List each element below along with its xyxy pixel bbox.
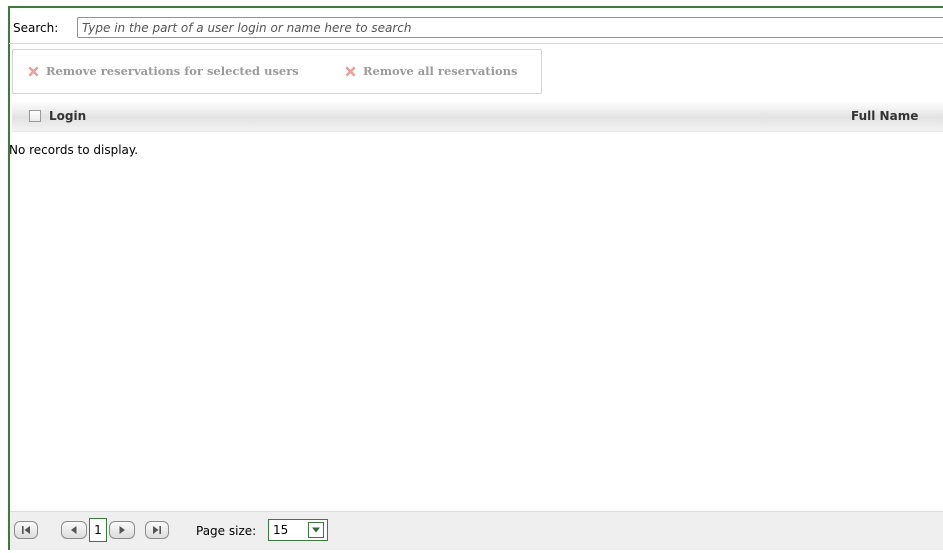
last-page-button[interactable] <box>145 521 169 539</box>
remove-selected-reservations-button[interactable]: Remove reservations for selected users <box>27 64 299 78</box>
current-page-button[interactable]: 1 <box>89 518 107 542</box>
prev-page-icon <box>71 526 77 534</box>
grid-header: Login Full Name <box>12 101 943 132</box>
page-size-value: 15 <box>273 523 289 537</box>
select-all-checkbox[interactable] <box>29 110 41 122</box>
search-label: Search: <box>13 21 59 35</box>
empty-message: No records to display. <box>9 143 139 157</box>
x-icon <box>28 66 39 76</box>
dropdown-arrow-button[interactable] <box>308 522 324 538</box>
next-page-button[interactable] <box>109 521 135 539</box>
remove-all-label: Remove all reservations <box>363 64 518 78</box>
column-header-login[interactable]: Login <box>49 109 86 123</box>
first-page-button[interactable] <box>14 521 38 539</box>
search-input[interactable] <box>77 17 943 38</box>
remove-selected-label: Remove reservations for selected users <box>46 64 299 78</box>
next-page-icon <box>119 526 125 534</box>
pager: 1 Page size: 15 <box>10 511 943 550</box>
last-page-icon <box>153 526 161 534</box>
chevron-down-icon <box>312 527 320 533</box>
toolbar: Remove reservations for selected users R… <box>12 49 542 94</box>
x-icon <box>345 66 356 76</box>
prev-page-button[interactable] <box>61 521 87 539</box>
search-bar: Search: <box>9 14 943 44</box>
page-size-select[interactable]: 15 <box>268 519 328 541</box>
page-size-label: Page size: <box>196 524 257 538</box>
first-page-icon <box>22 526 30 534</box>
remove-all-reservations-button[interactable]: Remove all reservations <box>344 64 517 78</box>
column-header-full-name[interactable]: Full Name <box>851 109 918 123</box>
